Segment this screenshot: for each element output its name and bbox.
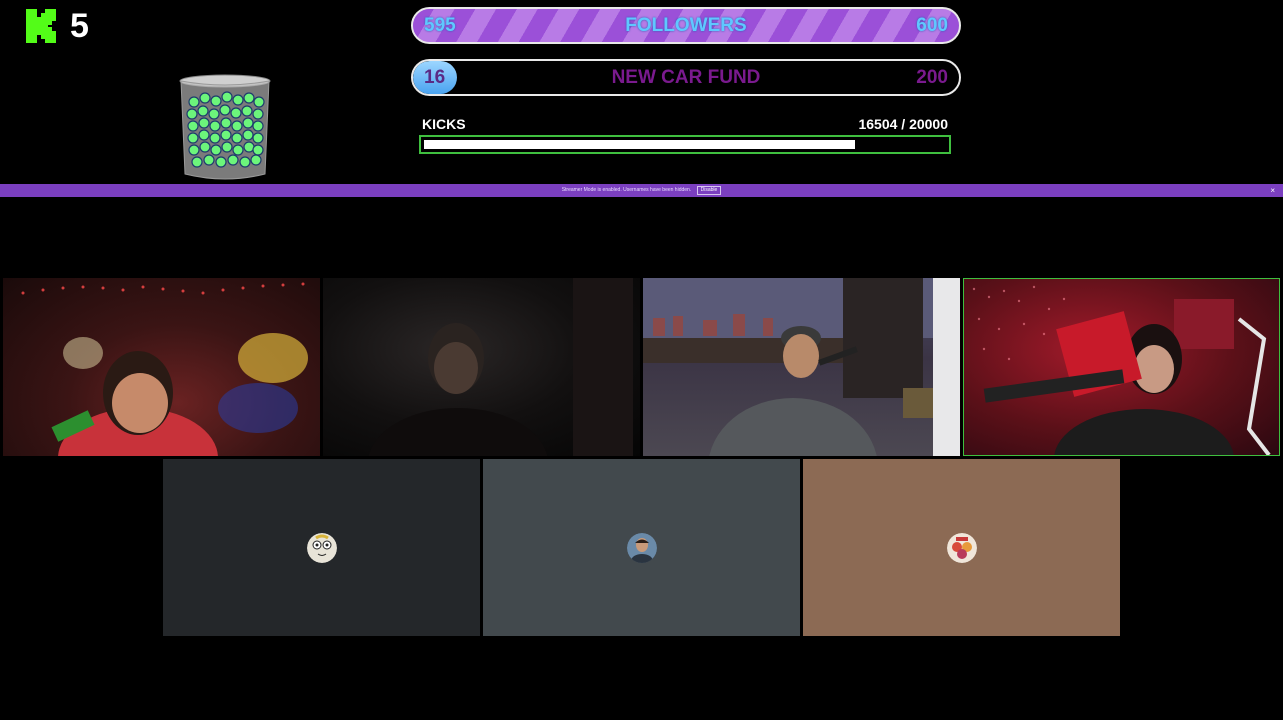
followers-target: 600 bbox=[916, 15, 948, 36]
kicks-progress-fill bbox=[424, 140, 855, 149]
camera-feed-icon bbox=[368, 278, 633, 456]
car-fund-goal-bar: 16 NEW CAR FUND 200 bbox=[411, 59, 961, 96]
participant-video-tile[interactable] bbox=[3, 278, 320, 456]
avatar-icon bbox=[946, 532, 977, 563]
streamer-mode-message: Streamer Mode is enabled. Usernames have… bbox=[561, 187, 692, 193]
followers-goal-bar: 595 FOLLOWERS 600 bbox=[411, 7, 961, 44]
avatar-icon bbox=[306, 532, 337, 563]
camera-feed-icon bbox=[643, 278, 960, 456]
participant-avatar-tile[interactable] bbox=[483, 459, 800, 636]
camera-feed-icon bbox=[972, 285, 1271, 455]
kick-logo-icon bbox=[26, 9, 56, 43]
streamer-mode-banner: Streamer Mode is enabled. Usernames have… bbox=[0, 184, 1283, 197]
participant-avatar-tile[interactable] bbox=[803, 459, 1120, 636]
participant-video-tile[interactable] bbox=[643, 278, 960, 456]
kicks-count: 16504 / 20000 bbox=[858, 116, 948, 132]
car-fund-title: NEW CAR FUND bbox=[611, 67, 761, 88]
car-fund-target: 200 bbox=[916, 67, 948, 88]
active-speaker-video-tile[interactable] bbox=[963, 278, 1280, 456]
kicks-jar-icon bbox=[179, 74, 271, 180]
participant-video-tile[interactable] bbox=[323, 278, 640, 456]
disable-streamer-mode-button[interactable]: Disable bbox=[696, 186, 722, 195]
followers-title: FOLLOWERS bbox=[625, 15, 747, 36]
close-banner-icon[interactable]: × bbox=[1270, 184, 1275, 197]
kicks-label: KICKS bbox=[422, 116, 466, 132]
kick-counter: 5 bbox=[70, 7, 89, 45]
participant-avatar-tile[interactable] bbox=[163, 459, 480, 636]
avatar-icon bbox=[626, 532, 657, 563]
camera-feed-icon bbox=[21, 282, 308, 456]
kicks-progress-bar bbox=[419, 135, 951, 154]
